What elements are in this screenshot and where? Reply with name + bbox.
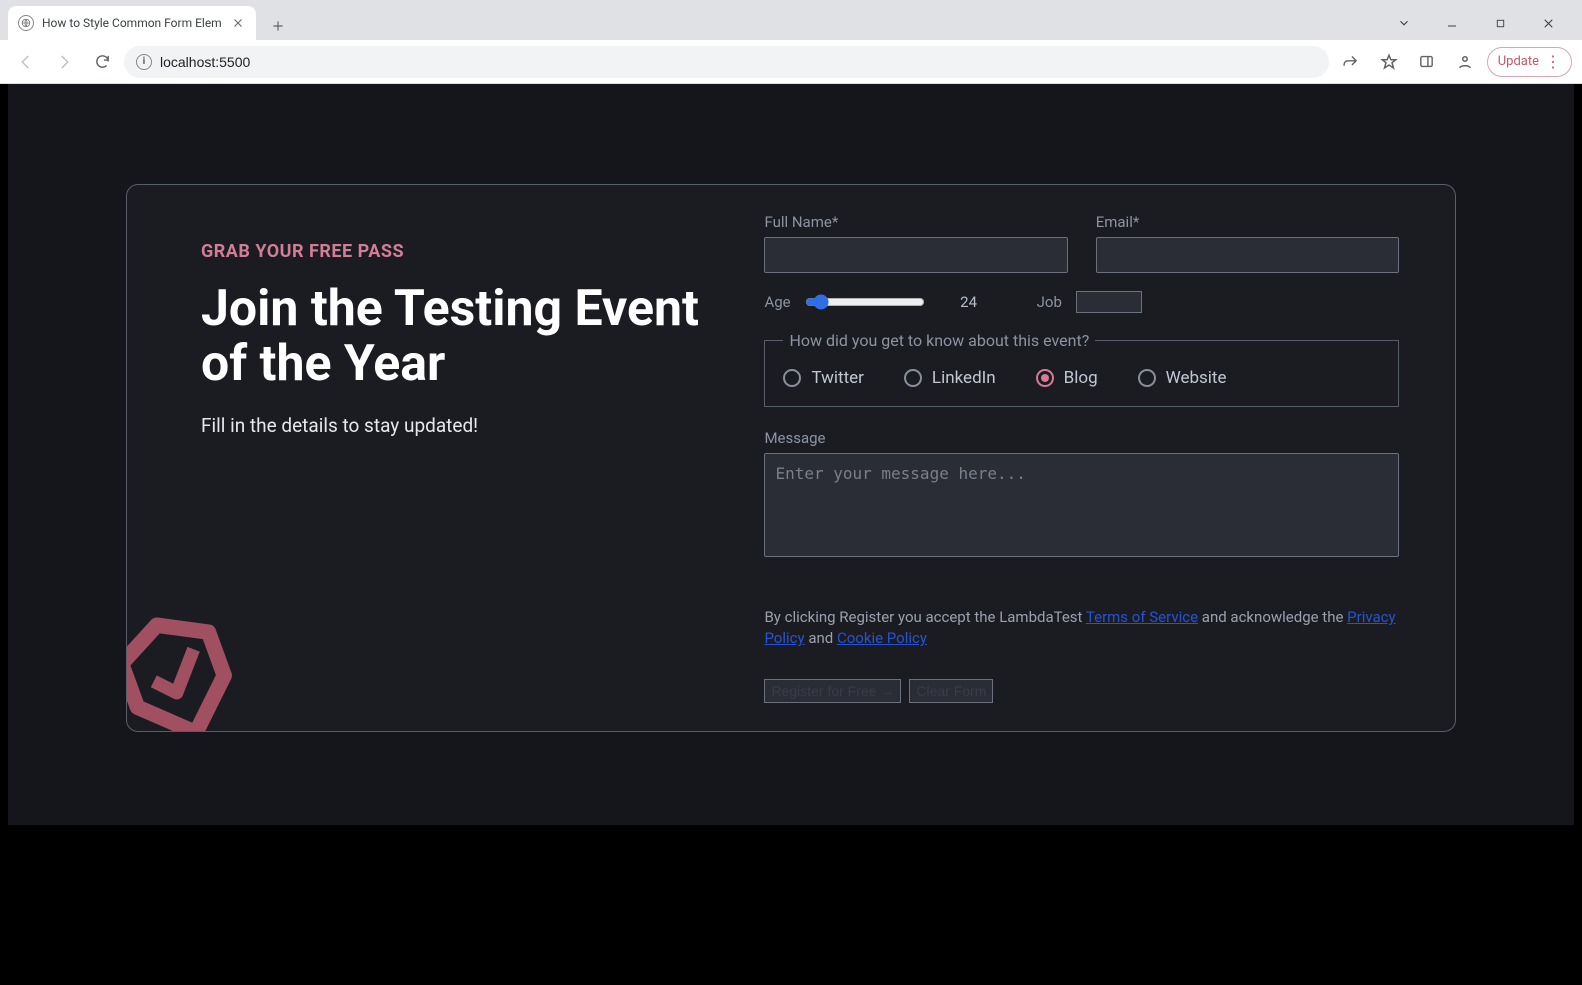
age-value: 24: [955, 293, 983, 311]
chevron-down-icon[interactable]: [1382, 8, 1426, 38]
terms-link[interactable]: Terms of Service: [1086, 608, 1198, 626]
email-input[interactable]: [1096, 237, 1399, 273]
radio-label: Blog: [1064, 368, 1098, 388]
close-window-icon[interactable]: [1526, 8, 1570, 38]
full-name-input[interactable]: [764, 237, 1067, 273]
browser-toolbar: i Update ⋮: [0, 40, 1582, 84]
tab-strip: How to Style Common Form Elem: [0, 0, 1582, 40]
age-slider[interactable]: [805, 294, 925, 310]
clear-form-button[interactable]: Clear Form: [909, 679, 993, 703]
radio-label: Twitter: [811, 368, 863, 388]
radio-blog[interactable]: Blog: [1036, 368, 1098, 388]
form-actions: Register for Free → Clear Form: [764, 679, 1399, 703]
full-name-label: Full Name*: [764, 213, 1067, 231]
tab-close-icon[interactable]: [230, 15, 246, 31]
radio-dot-icon: [1138, 369, 1156, 387]
browser-window: How to Style Common Form Elem: [0, 0, 1582, 985]
card-left: GRAB YOUR FREE PASS Join the Testing Eve…: [127, 185, 764, 731]
job-label: Job: [1037, 293, 1062, 311]
page-viewport: GRAB YOUR FREE PASS Join the Testing Eve…: [0, 84, 1582, 985]
hero-subtitle: Fill in the details to stay updated!: [201, 414, 714, 437]
source-fieldset: How did you get to know about this event…: [764, 331, 1399, 407]
bookmark-icon[interactable]: [1373, 46, 1405, 78]
tab-title: How to Style Common Form Elem: [42, 16, 222, 30]
legal-and: and: [808, 629, 837, 647]
radio-dot-icon: [904, 369, 922, 387]
radio-group: Twitter LinkedIn Blog Website: [783, 368, 1380, 388]
decorative-badge-icon: [126, 598, 250, 732]
card-right: Full Name* Email* Age 24 Job: [764, 185, 1455, 731]
cookie-link[interactable]: Cookie Policy: [837, 629, 927, 647]
update-button[interactable]: Update ⋮: [1487, 47, 1572, 77]
name-email-row: Full Name* Email*: [764, 213, 1399, 273]
age-range-wrap: 24: [805, 293, 983, 311]
site-info-icon[interactable]: i: [136, 54, 152, 70]
legal-mid: and acknowledge the: [1202, 608, 1347, 626]
window-controls: [1382, 6, 1574, 40]
footer-band: [8, 825, 1574, 985]
radio-dot-icon: [783, 369, 801, 387]
browser-tab[interactable]: How to Style Common Form Elem: [8, 6, 256, 40]
hero-title: Join the Testing Event of the Year: [201, 282, 714, 392]
kebab-icon: ⋮: [1545, 54, 1561, 70]
legal-prefix: By clicking Register you accept the Lamb…: [764, 608, 1085, 626]
email-label: Email*: [1096, 213, 1399, 231]
url-input[interactable]: [160, 54, 1317, 70]
back-button[interactable]: [10, 46, 42, 78]
source-legend: How did you get to know about this event…: [783, 331, 1095, 350]
job-select[interactable]: Select..: [1076, 291, 1142, 313]
address-bar[interactable]: i: [124, 46, 1329, 78]
hero-kicker: GRAB YOUR FREE PASS: [201, 241, 714, 262]
globe-icon: [18, 15, 34, 31]
radio-website[interactable]: Website: [1138, 368, 1227, 388]
radio-label: LinkedIn: [932, 368, 996, 388]
update-label: Update: [1498, 54, 1539, 69]
side-panel-icon[interactable]: [1411, 46, 1443, 78]
age-label: Age: [764, 293, 790, 311]
share-icon[interactable]: [1335, 46, 1367, 78]
radio-twitter[interactable]: Twitter: [783, 368, 863, 388]
new-tab-button[interactable]: [264, 12, 292, 40]
message-textarea[interactable]: [764, 453, 1399, 557]
legal-text: By clicking Register you accept the Lamb…: [764, 607, 1399, 649]
reload-button[interactable]: [86, 46, 118, 78]
radio-linkedin[interactable]: LinkedIn: [904, 368, 996, 388]
register-button[interactable]: Register for Free →: [764, 679, 901, 703]
minimize-icon[interactable]: [1430, 8, 1474, 38]
radio-dot-icon: [1036, 369, 1054, 387]
message-label: Message: [764, 429, 1399, 447]
forward-button[interactable]: [48, 46, 80, 78]
maximize-icon[interactable]: [1478, 8, 1522, 38]
radio-label: Website: [1166, 368, 1227, 388]
profile-icon[interactable]: [1449, 46, 1481, 78]
registration-card: GRAB YOUR FREE PASS Join the Testing Eve…: [126, 184, 1456, 732]
age-job-row: Age 24 Job Select..: [764, 291, 1399, 313]
